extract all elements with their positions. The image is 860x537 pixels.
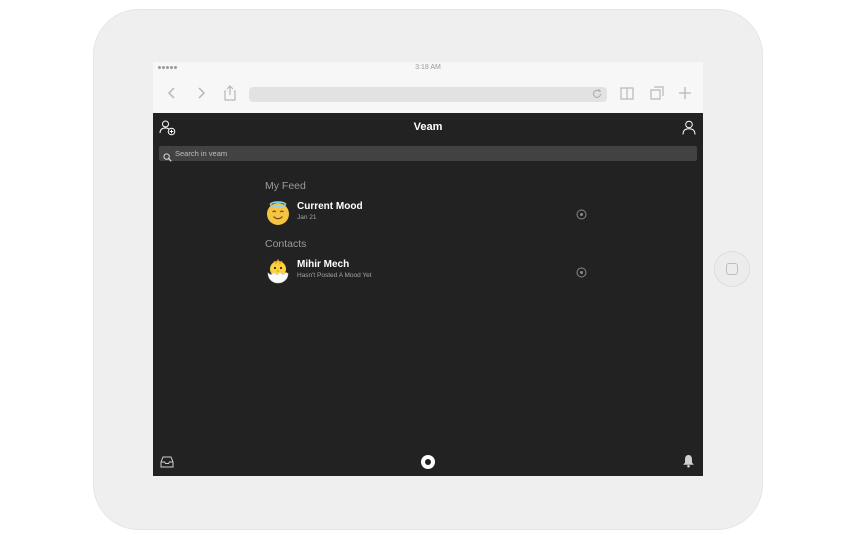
- veam-app: Veam Search in veam My Feed Current Mood…: [153, 113, 703, 476]
- tablet-screen: 3:18 AM Veam Search in veam My Feed Curr…: [153, 62, 703, 476]
- record-button[interactable]: [421, 455, 435, 469]
- home-square-icon: [726, 263, 738, 275]
- contact-item-mihir-mech[interactable]: Mihir Mech Hasn't Posted A Mood Yet: [265, 257, 587, 285]
- hatching-chick-avatar: [265, 258, 291, 284]
- status-time: 3:18 AM: [415, 64, 441, 71]
- forward-icon[interactable]: [193, 85, 209, 101]
- search-placeholder: Search in veam: [175, 149, 228, 158]
- contact-name: Mihir Mech: [297, 259, 350, 270]
- inbox-icon[interactable]: [160, 455, 174, 468]
- halo-smiley-avatar: [265, 200, 291, 226]
- feed-item-title: Current Mood: [297, 201, 363, 212]
- share-icon[interactable]: [222, 85, 238, 101]
- home-button[interactable]: [714, 251, 750, 287]
- status-bar: 3:18 AM: [153, 62, 703, 74]
- bell-icon[interactable]: [682, 454, 695, 468]
- back-icon[interactable]: [164, 85, 180, 101]
- search-bar[interactable]: Search in veam: [159, 146, 697, 162]
- contacts-heading: Contacts: [265, 238, 307, 250]
- app-header: Veam: [153, 113, 703, 143]
- new-tab-icon[interactable]: [677, 85, 693, 101]
- my-feed-heading: My Feed: [265, 180, 306, 192]
- feed-item-date: Jan 21: [297, 214, 317, 221]
- search-icon: [163, 149, 172, 162]
- record-dot-icon: [425, 459, 431, 465]
- tabs-icon[interactable]: [649, 85, 665, 101]
- browser-toolbar: [153, 74, 703, 114]
- radio-target-icon[interactable]: [576, 207, 587, 220]
- contact-status: Hasn't Posted A Mood Yet: [297, 272, 372, 279]
- radio-target-icon[interactable]: [576, 265, 587, 278]
- feed-item-current-mood[interactable]: Current Mood Jan 21: [265, 199, 587, 227]
- profile-icon[interactable]: [682, 120, 696, 135]
- bookmarks-icon[interactable]: [619, 85, 635, 101]
- app-title: Veam: [413, 121, 443, 133]
- reload-icon[interactable]: [591, 88, 603, 100]
- address-bar[interactable]: [249, 87, 607, 102]
